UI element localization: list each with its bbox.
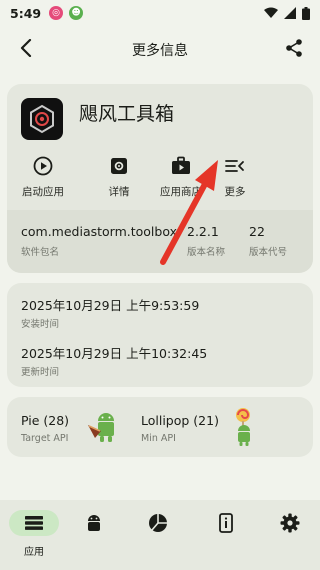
nav-statistics[interactable]	[126, 510, 190, 562]
nav-settings[interactable]	[258, 510, 320, 562]
more-button[interactable]: 更多	[203, 154, 267, 199]
more-label: 更多	[224, 186, 246, 198]
details-label: 详情	[108, 186, 130, 198]
launch-app-label: 启动应用	[22, 186, 64, 198]
page-title: 更多信息	[132, 43, 188, 59]
version-name-cell: 2.2.1 版本名称	[187, 224, 225, 258]
package-name-cell: com.mediastorm.toolbox 软件包名	[21, 224, 177, 258]
more-list-icon	[225, 160, 244, 172]
settings-icon	[111, 158, 127, 174]
android-notification-icon: ☻	[69, 6, 84, 20]
android-icon	[88, 515, 100, 531]
status-time: 5:49	[10, 5, 42, 21]
update-time-label: 更新时间	[21, 367, 60, 378]
nav-settings-pill	[265, 510, 315, 536]
package-name-label: 软件包名	[21, 247, 60, 258]
nav-device-pill	[201, 510, 251, 536]
nav-apps[interactable]: 应用	[2, 510, 66, 562]
battery-icon	[302, 6, 310, 20]
gear-icon	[280, 513, 300, 533]
action-row: 启动应用 详情 应用商店 更多	[7, 154, 313, 204]
details-button[interactable]: 详情	[87, 154, 151, 199]
store-icon	[172, 156, 190, 174]
version-name-label: 版本名称	[187, 247, 226, 258]
version-code-value: 22	[249, 224, 265, 239]
version-name-value: 2.2.1	[187, 224, 219, 239]
version-code-cell: 22 版本代号	[249, 224, 287, 258]
app-name: 飓风工具箱	[79, 103, 175, 125]
install-time-label: 安装时间	[21, 319, 60, 330]
nav-apps-label: 应用	[24, 547, 44, 558]
nav-device[interactable]	[194, 510, 258, 562]
min-api-value: Lollipop (21)	[141, 413, 219, 428]
package-info-row: com.mediastorm.toolbox 软件包名 2.2.1 版本名称 2…	[7, 210, 313, 273]
min-api-label: Min API	[141, 433, 176, 444]
notification-app-icon: ◎	[49, 6, 64, 20]
wifi-icon	[264, 7, 278, 18]
package-name-value: com.mediastorm.toolbox	[21, 224, 177, 239]
app-info-card: 飓风工具箱 启动应用 详情 应用商店 更多 com.mediastorm.too…	[7, 84, 313, 273]
lollipop-android-icon	[236, 408, 250, 446]
version-code-label: 版本代号	[249, 247, 288, 258]
phone-info-icon	[219, 513, 233, 533]
api-info-card: Pie (28) Target API Lollipop (21) Min AP…	[7, 397, 313, 457]
app-bar: 更多信息	[0, 26, 320, 72]
toolbox-logo-icon	[30, 104, 54, 134]
target-api-value: Pie (28)	[21, 413, 70, 428]
pie-android-icon	[88, 413, 114, 442]
launch-app-button[interactable]: 启动应用	[11, 154, 75, 199]
signal-icon	[284, 7, 296, 19]
install-time-value: 2025年10月29日 上午9:53:59	[21, 298, 200, 313]
share-button[interactable]	[280, 34, 308, 62]
bottom-navigation: 应用	[0, 500, 320, 570]
nav-apps-pill	[9, 510, 59, 536]
time-info-card: 2025年10月29日 上午9:53:59 安装时间 2025年10月29日 上…	[7, 283, 313, 387]
nav-android[interactable]	[62, 510, 126, 562]
play-circle-icon	[33, 156, 53, 176]
app-icon	[21, 98, 63, 140]
share-icon	[286, 39, 302, 57]
list-icon	[25, 516, 43, 530]
nav-statistics-pill	[133, 510, 183, 536]
status-bar: 5:49 ◎ ☻	[0, 0, 320, 26]
target-api-label: Target API	[21, 433, 69, 444]
update-time-value: 2025年10月29日 上午10:32:45	[21, 346, 208, 361]
nav-android-pill	[69, 510, 119, 536]
pie-chart-icon	[149, 514, 167, 532]
